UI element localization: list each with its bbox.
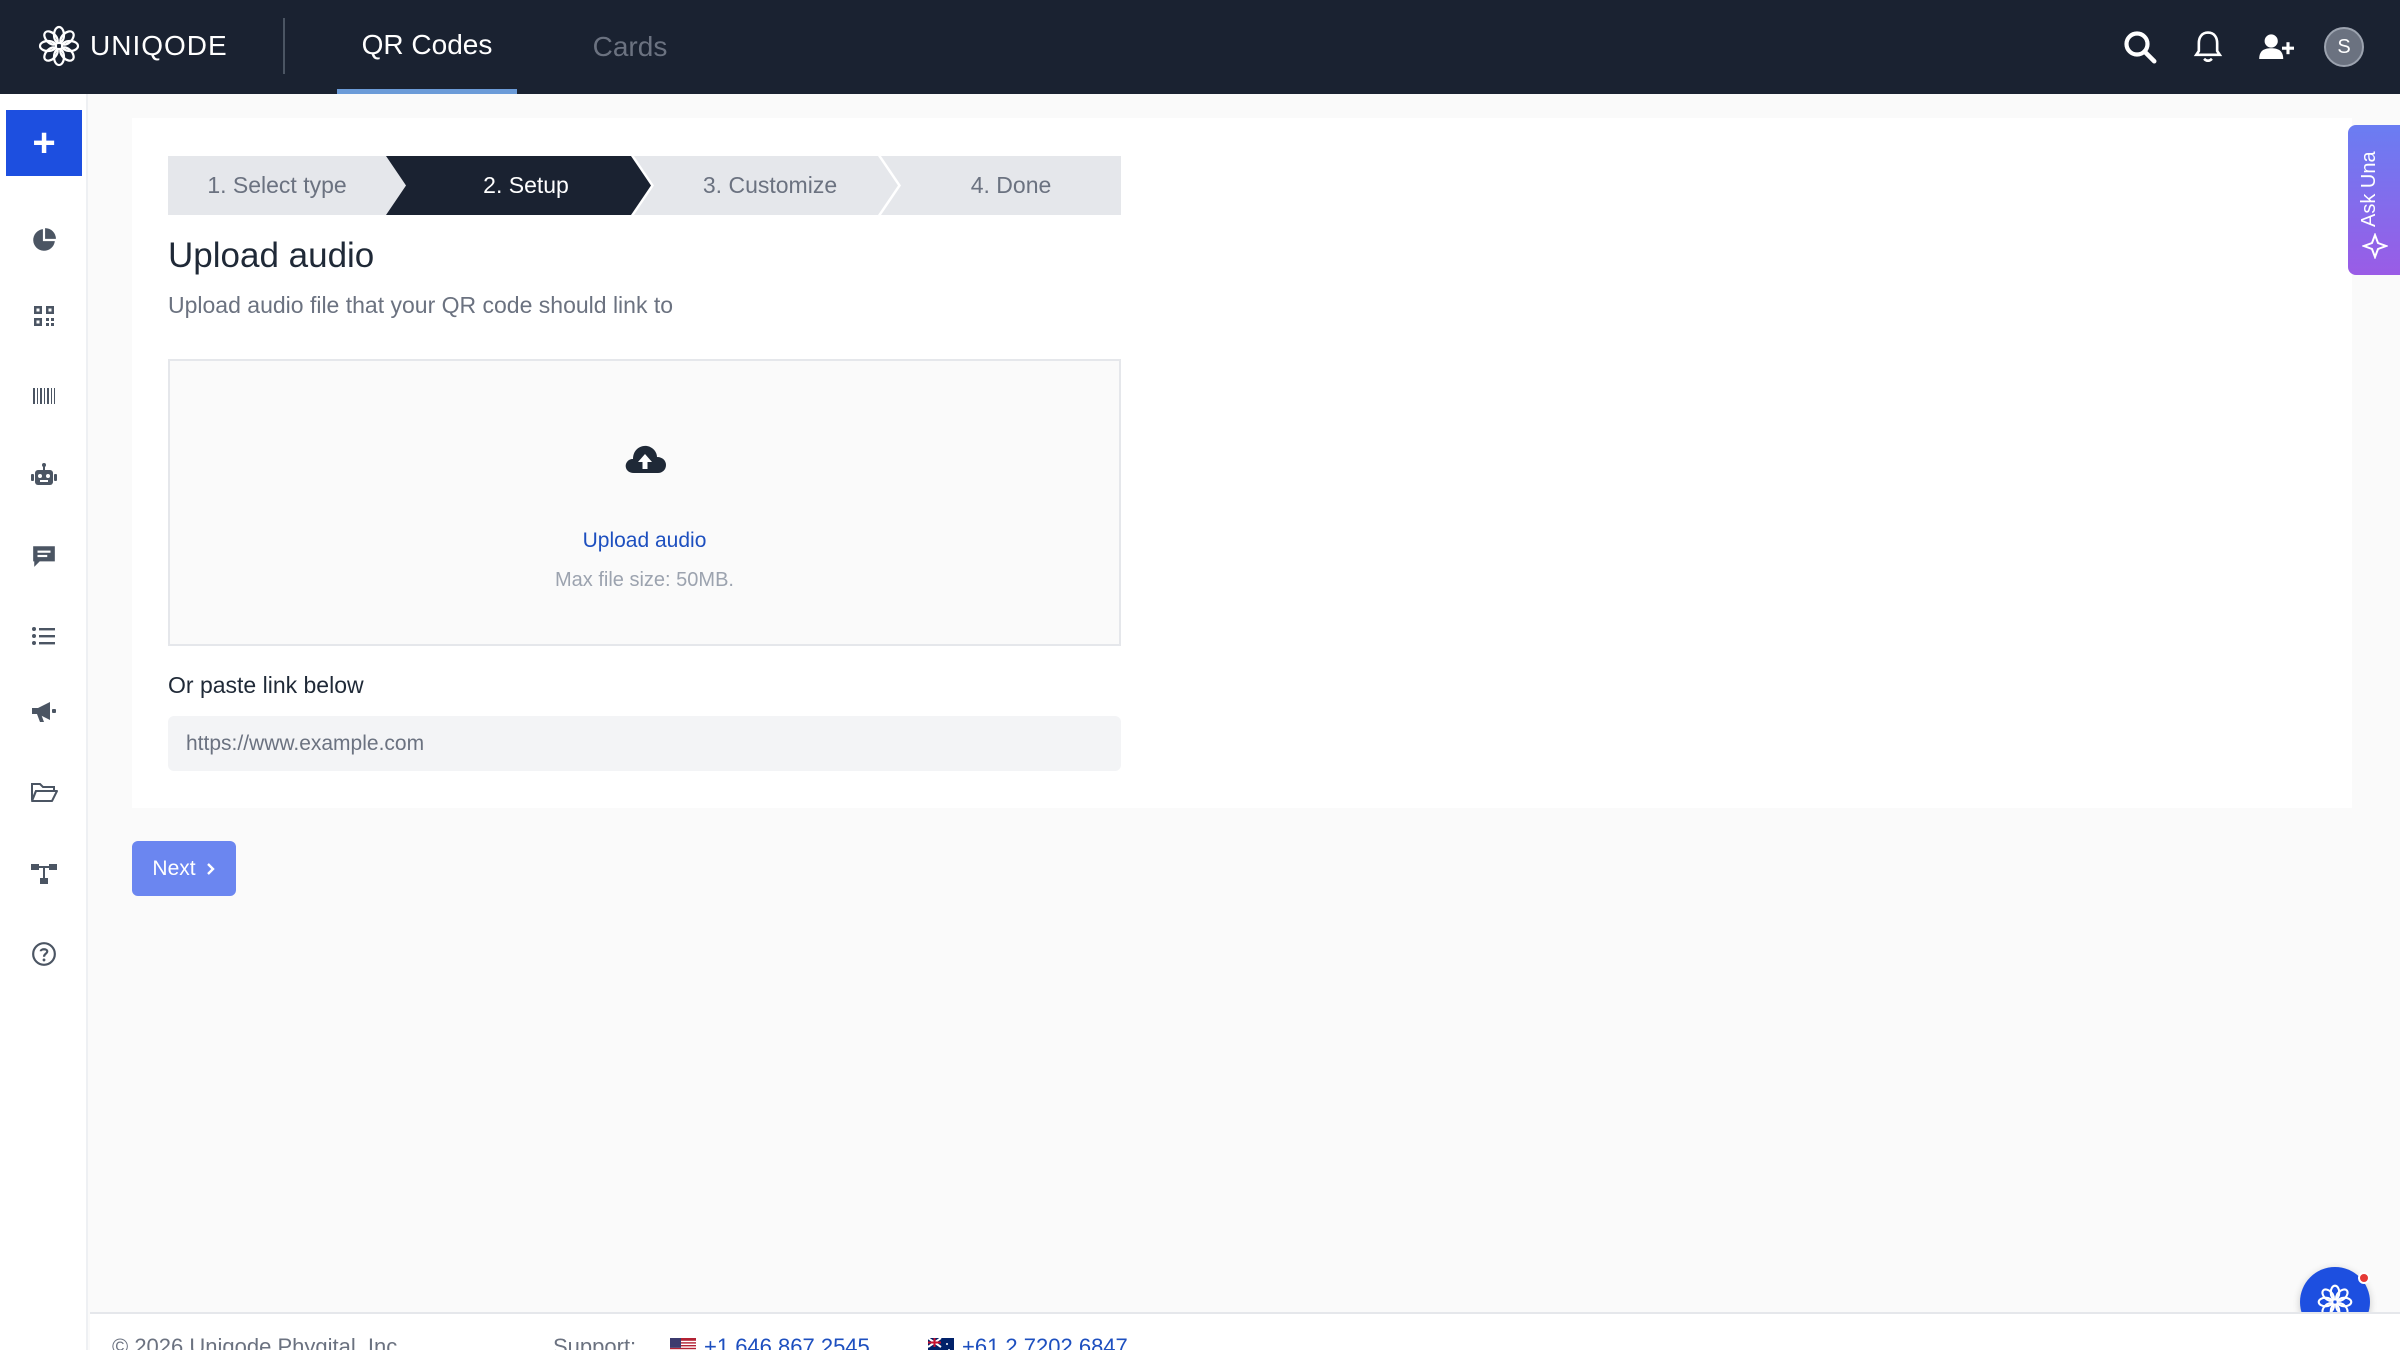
sparkle-icon [2362, 233, 2388, 259]
brand-logo[interactable]: UNIQODE [38, 24, 228, 68]
paste-link-input[interactable] [168, 716, 1121, 771]
au-flag-icon [928, 1338, 954, 1350]
cloud-upload-icon [625, 445, 666, 473]
upload-dropzone[interactable]: Upload audio Max file size: 50MB. [168, 359, 1121, 646]
list-icon[interactable] [24, 616, 64, 656]
brand-divider [283, 18, 285, 74]
footer-phone-au[interactable]: +61 2 7202 6847 [928, 1334, 1128, 1350]
search-icon[interactable] [2120, 27, 2160, 67]
ask-una-label: Ask Una [2358, 151, 2380, 227]
upload-hint: Max file size: 50MB. [555, 569, 734, 591]
ask-una-tab[interactable]: Ask Una [2348, 125, 2400, 275]
bell-icon[interactable] [2188, 27, 2228, 67]
stepper: 1. Select type 2. Setup 3. Customize 4. … [168, 156, 1121, 215]
top-icons: S [2120, 22, 2364, 72]
chevron-right-icon [206, 862, 215, 875]
bot-icon[interactable] [24, 456, 64, 496]
brand-name: UNIQODE [90, 30, 228, 61]
page-subtitle: Upload audio file that your QR code shou… [168, 292, 674, 318]
step-setup[interactable]: 2. Setup [406, 156, 646, 215]
step-label: 3. Customize [702, 172, 838, 198]
tab-qr-codes[interactable]: QR Codes [337, 0, 517, 94]
step-label: 2. Setup [483, 172, 569, 198]
step-select-type[interactable]: 1. Select type [168, 156, 386, 215]
footer-copyright: © 2026 Uniqode Phygital, Inc. [112, 1334, 404, 1350]
help-icon[interactable] [24, 934, 64, 974]
avatar[interactable]: S [2324, 27, 2364, 67]
phone-number: +61 2 7202 6847 [962, 1334, 1128, 1350]
paste-link-label: Or paste link below [168, 672, 364, 698]
hierarchy-icon[interactable] [24, 854, 64, 894]
chat-icon[interactable] [24, 536, 64, 576]
qr-code-icon[interactable] [24, 296, 64, 336]
next-button[interactable]: Next [132, 841, 236, 896]
upload-audio-link[interactable]: Upload audio [170, 529, 1119, 553]
step-label: 1. Select type [207, 172, 347, 198]
analytics-icon[interactable] [24, 220, 64, 260]
uniqode-logo-icon [38, 25, 80, 67]
phone-number: +1 646 867 2545 [704, 1334, 870, 1350]
add-user-icon[interactable] [2256, 27, 2296, 67]
step-label: 4. Done [970, 172, 1052, 198]
page-title: Upload audio [168, 236, 375, 275]
step-done[interactable]: 4. Done [901, 156, 1121, 215]
step-customize[interactable]: 3. Customize [654, 156, 886, 215]
campaign-icon[interactable] [24, 692, 64, 732]
top-navigation-bar: UNIQODE QR Codes Cards S [0, 0, 2400, 94]
create-button[interactable]: + [6, 110, 82, 176]
tab-cards[interactable]: Cards [555, 0, 705, 94]
footer-support-label: Support: [553, 1334, 637, 1350]
us-flag-icon [670, 1338, 696, 1350]
barcode-icon[interactable] [24, 376, 64, 416]
footer: © 2026 Uniqode Phygital, Inc. Support: +… [90, 1312, 2400, 1350]
notification-dot [2358, 1272, 2370, 1284]
next-button-label: Next [152, 856, 196, 880]
footer-phone-us[interactable]: +1 646 867 2545 [670, 1334, 870, 1350]
folder-icon[interactable] [24, 772, 64, 812]
sidebar: + [0, 94, 88, 1350]
